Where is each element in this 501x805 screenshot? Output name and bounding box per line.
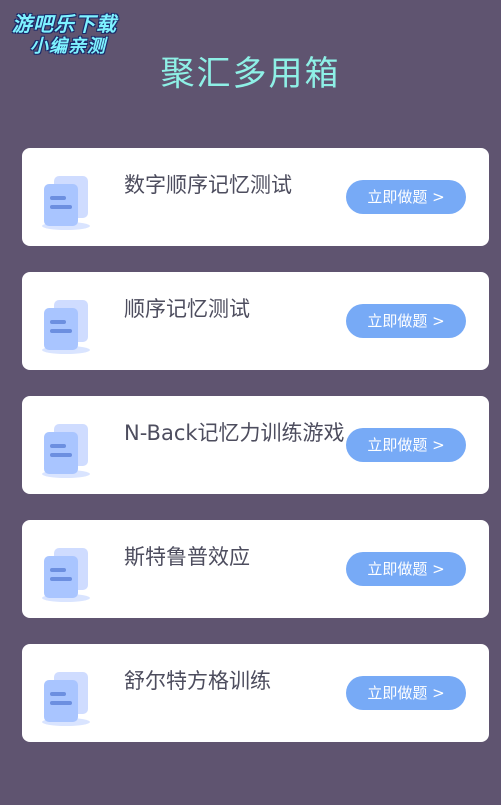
page-title: 聚汇多用箱 [160, 54, 341, 94]
card-title: 顺序记忆测试 [124, 297, 250, 321]
start-test-button[interactable]: 立即做题 > [346, 304, 466, 338]
document-stack-icon [40, 172, 94, 232]
card-title: 数字顺序记忆测试 [124, 173, 292, 197]
start-test-button[interactable]: 立即做题 > [346, 676, 466, 710]
test-card[interactable]: 顺序记忆测试 立即做题 > [22, 272, 489, 370]
test-card[interactable]: 舒尔特方格训练 立即做题 > [22, 644, 489, 742]
card-title: 舒尔特方格训练 [124, 669, 271, 693]
start-test-button[interactable]: 立即做题 > [346, 428, 466, 462]
watermark-line-1: 游吧乐下载 [12, 12, 117, 36]
test-card-list: 数字顺序记忆测试 立即做题 > 顺序记忆测试 立即做题 > N-Back记忆力训… [22, 148, 489, 768]
card-title: N-Back记忆力训练游戏 [124, 421, 345, 445]
document-stack-icon [40, 420, 94, 480]
test-card[interactable]: 斯特鲁普效应 立即做题 > [22, 520, 489, 618]
test-card[interactable]: N-Back记忆力训练游戏 立即做题 > [22, 396, 489, 494]
document-stack-icon [40, 296, 94, 356]
test-card[interactable]: 数字顺序记忆测试 立即做题 > [22, 148, 489, 246]
card-title: 斯特鲁普效应 [124, 545, 250, 569]
start-test-button[interactable]: 立即做题 > [346, 552, 466, 586]
document-stack-icon [40, 544, 94, 604]
document-stack-icon [40, 668, 94, 728]
start-test-button[interactable]: 立即做题 > [346, 180, 466, 214]
